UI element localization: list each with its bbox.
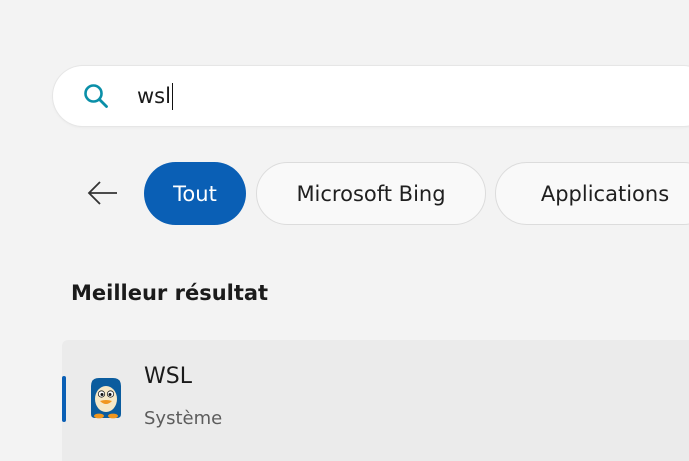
best-match-result[interactable]: WSL Système bbox=[62, 340, 689, 461]
start-search-panel: wsl Tout Microsoft Bing Applications Mei… bbox=[0, 0, 689, 461]
search-query: wsl bbox=[137, 84, 171, 108]
section-title: Meilleur résultat bbox=[71, 281, 269, 305]
search-icon bbox=[84, 84, 108, 108]
search-box[interactable]: wsl bbox=[53, 66, 689, 126]
filter-chip-label: Tout bbox=[173, 181, 217, 206]
filter-chip-tout[interactable]: Tout bbox=[144, 162, 246, 225]
result-name: WSL bbox=[144, 364, 192, 389]
filter-chip-microsoft-bing[interactable]: Microsoft Bing bbox=[256, 162, 486, 225]
selection-indicator bbox=[62, 376, 66, 422]
filter-chip-label: Microsoft Bing bbox=[296, 181, 446, 206]
wsl-penguin-icon bbox=[91, 378, 121, 419]
filter-chip-applications[interactable]: Applications bbox=[495, 162, 689, 225]
back-button[interactable] bbox=[86, 178, 120, 208]
back-arrow-icon bbox=[87, 181, 117, 205]
search-input[interactable]: wsl bbox=[137, 82, 174, 110]
text-caret bbox=[171, 82, 174, 110]
filter-chip-label: Applications bbox=[540, 181, 670, 206]
result-type: Système bbox=[144, 408, 223, 429]
